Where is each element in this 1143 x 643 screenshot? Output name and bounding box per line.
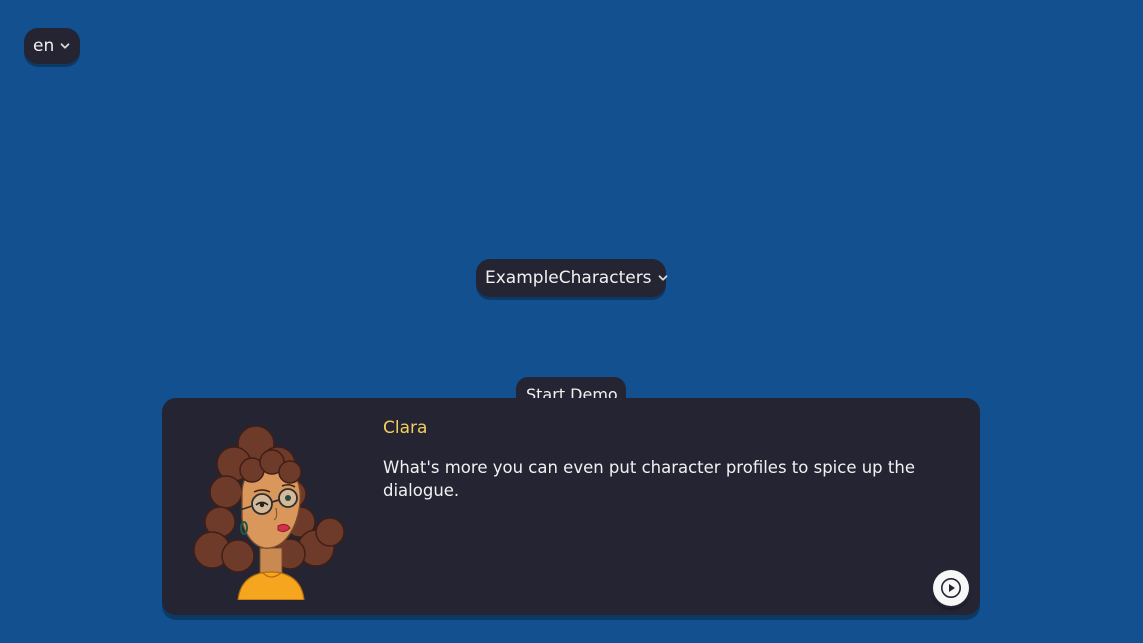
character-portrait xyxy=(190,422,350,601)
play-icon xyxy=(940,577,962,599)
dialogue-box[interactable]: Clara What's more you can even put chara… xyxy=(162,398,980,615)
character-set-select-value: ExampleCharacters xyxy=(485,268,652,288)
speaker-name: Clara xyxy=(383,418,428,438)
character-set-select[interactable]: ExampleCharacters xyxy=(476,259,669,297)
language-select-value: en xyxy=(33,36,55,56)
next-dialogue-button[interactable] xyxy=(933,570,969,606)
language-select[interactable]: en xyxy=(24,28,80,64)
chevron-down-icon xyxy=(59,40,71,52)
chevron-down-icon xyxy=(657,272,669,284)
dialogue-text: What's more you can even put character p… xyxy=(383,458,915,500)
